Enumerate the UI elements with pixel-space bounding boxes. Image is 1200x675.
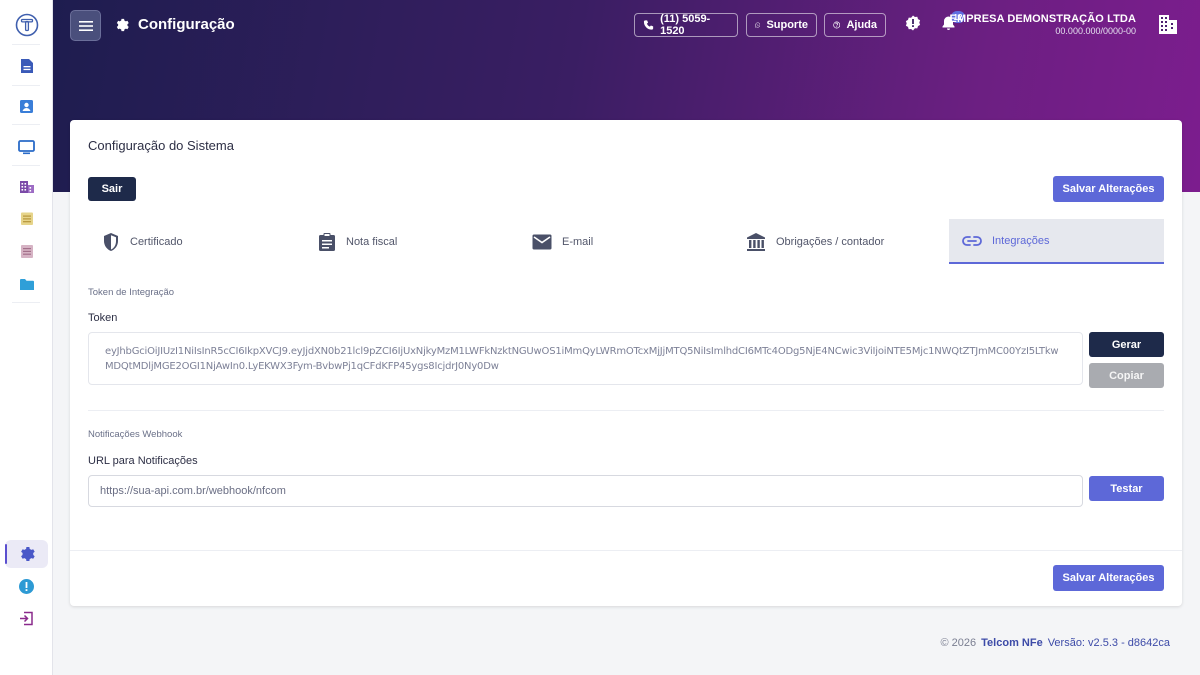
alert-badge-icon xyxy=(905,15,921,31)
save-button-top[interactable]: Salvar Alterações xyxy=(1053,176,1164,202)
tab-obrigacoes[interactable]: Obrigações / contador xyxy=(746,219,946,264)
shield-icon xyxy=(104,232,118,251)
gear-icon xyxy=(116,18,129,31)
phone-button[interactable]: (11) 5059-1520 xyxy=(634,13,738,37)
sidebar-item-logout[interactable] xyxy=(5,604,48,632)
contact-card-icon xyxy=(20,99,33,113)
tab-email[interactable]: E-mail xyxy=(532,219,732,264)
notepad-icon xyxy=(20,212,33,225)
link-icon xyxy=(962,235,982,246)
whatsapp-icon xyxy=(755,22,761,28)
company-name: EMPRESA DEMONSTRAÇÃO LTDA xyxy=(949,13,1136,25)
webhook-url-input[interactable]: https://sua-api.com.br/webhook/nfcom xyxy=(88,475,1083,507)
sidebar-item-files[interactable] xyxy=(5,270,48,298)
document-icon xyxy=(20,59,33,73)
tab-nota-fiscal[interactable]: Nota fiscal xyxy=(318,219,518,264)
folder-icon xyxy=(19,278,34,290)
logo-icon xyxy=(15,13,38,37)
footer-copyright: © 2026 xyxy=(940,637,977,649)
support-button[interactable]: Suporte xyxy=(746,13,817,37)
building-icon xyxy=(1159,15,1177,34)
section-webhook-label: Notificações Webhook xyxy=(88,429,183,440)
sidebar-item-notes[interactable] xyxy=(5,204,48,232)
menu-toggle-button[interactable] xyxy=(70,10,101,41)
exit-button[interactable]: Sair xyxy=(88,177,136,201)
building-icon xyxy=(19,181,34,193)
status-alert-button[interactable] xyxy=(905,15,921,36)
page-title: Configuração xyxy=(115,16,235,33)
sidebar-item-contacts[interactable] xyxy=(5,92,48,120)
tab-label: E-mail xyxy=(562,235,594,248)
help-icon xyxy=(833,21,841,29)
tab-integracoes[interactable]: Integrações xyxy=(949,219,1164,264)
company-switch-button[interactable] xyxy=(1157,13,1179,40)
copy-token-button[interactable]: Copiar xyxy=(1089,363,1164,388)
sidebar-item-settings[interactable] xyxy=(5,540,48,568)
sidebar-item-alerts[interactable] xyxy=(5,572,48,600)
help-button[interactable]: Ajuda xyxy=(824,13,886,37)
gear-icon xyxy=(20,547,35,561)
footer-version: Versão: v2.5.3 - d8642ca xyxy=(1047,637,1170,649)
sidebar-item-companies[interactable] xyxy=(5,173,48,201)
footer-brand[interactable]: Telcom NFe xyxy=(981,637,1043,649)
section-token-label: Token de Integração xyxy=(88,287,175,298)
company-info[interactable]: EMPRESA DEMONSTRAÇÃO LTDA 00.000.000/000… xyxy=(950,13,1136,36)
hamburger-icon xyxy=(78,20,93,31)
save-button-bottom[interactable]: Salvar Alterações xyxy=(1053,565,1164,591)
test-webhook-button[interactable]: Testar xyxy=(1089,476,1164,501)
card-footer-divider xyxy=(70,550,1182,551)
token-field[interactable]: eyJhbGciOiJIUzI1NiIsInR5cCI6IkpXVCJ9.eyJ… xyxy=(88,332,1083,385)
sidebar-item-documents[interactable] xyxy=(5,52,48,80)
sidebar xyxy=(0,0,53,675)
section-divider xyxy=(88,410,1164,411)
sidebar-logo[interactable] xyxy=(5,11,48,39)
settings-card: Configuração do Sistema Sair Salvar Alte… xyxy=(70,120,1182,606)
mail-icon xyxy=(532,234,552,249)
monitor-icon xyxy=(18,139,35,154)
sidebar-item-reports[interactable] xyxy=(5,237,48,265)
tab-label: Certificado xyxy=(130,235,183,248)
settings-tabs: Certificado Nota fiscal E-mail Obrigaçõe… xyxy=(88,219,1164,264)
tab-certificado[interactable]: Certificado xyxy=(102,219,302,264)
sidebar-item-monitor[interactable] xyxy=(5,133,48,161)
phone-icon xyxy=(643,20,654,30)
phone-number: (11) 5059-1520 xyxy=(660,13,711,37)
generate-token-button[interactable]: Gerar xyxy=(1089,332,1164,357)
tab-label: Obrigações / contador xyxy=(776,235,885,248)
webhook-url-label: URL para Notificações xyxy=(88,455,198,467)
page-footer: © 2026 Telcom NFe Versão: v2.5.3 - d8642… xyxy=(941,637,1170,649)
help-label: Ajuda xyxy=(846,19,877,31)
alert-badge-icon xyxy=(19,578,34,594)
token-label: Token xyxy=(88,312,118,324)
page-title-text: Configuração xyxy=(138,16,235,33)
support-label: Suporte xyxy=(766,19,808,31)
card-title: Configuração do Sistema xyxy=(88,138,234,153)
logout-icon xyxy=(20,611,33,625)
tab-label: Integrações xyxy=(992,234,1050,247)
clipboard-icon xyxy=(319,232,335,251)
bank-icon xyxy=(747,232,765,251)
tab-label: Nota fiscal xyxy=(346,235,398,248)
list-document-icon xyxy=(20,244,33,258)
company-document: 00.000.000/0000-00 xyxy=(1055,26,1136,36)
top-bar: Configuração (11) 5059-1520 Suporte Ajud… xyxy=(53,0,1200,52)
